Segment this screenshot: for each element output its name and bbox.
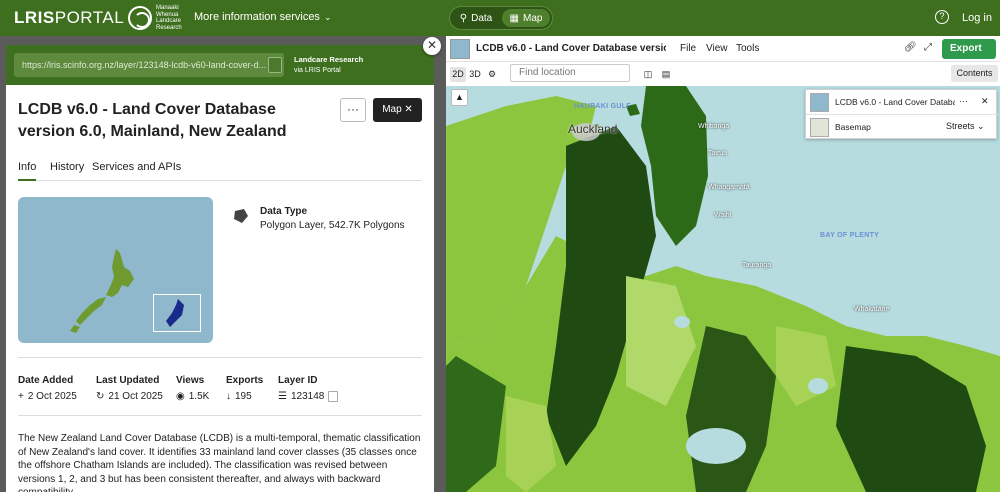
stat-views: Views ◉ 1.5K: [176, 375, 210, 402]
viewer-subtoolbar: 2D 3D ⚙ Find location ◫ ▤ Contents: [446, 62, 1000, 86]
layer-info-panel: https://lris.scinfo.org.nz/layer/123148-…: [6, 45, 434, 492]
top-bar: LRISPORTAL Manaaki Whenua Landcare Resea…: [0, 0, 1000, 36]
more-information-services-menu[interactable]: More information services ⌄: [194, 11, 331, 23]
thumbnail-inset-frame: [153, 294, 201, 332]
view-2d-button[interactable]: 2D: [450, 67, 466, 82]
document-icon[interactable]: ▤: [659, 67, 673, 82]
basemap-select[interactable]: Streets ⌄: [946, 121, 985, 132]
find-location-input[interactable]: Find location: [510, 64, 630, 82]
close-panel-button[interactable]: ✕: [423, 37, 441, 55]
menu-view[interactable]: View: [706, 43, 728, 54]
search-icon: ⚲: [459, 12, 468, 24]
data-type-label: Data Type: [260, 206, 308, 217]
map-canvas[interactable]: ▲ HAURAKI GULF Auckland Whitianga Tairua…: [446, 86, 1000, 492]
place-label: Tauranga: [742, 262, 772, 269]
layer-thumbnail-small: [450, 39, 470, 59]
manaaki-whenua-logo-icon: [128, 6, 152, 30]
fullscreen-icon[interactable]: ⤢: [924, 42, 932, 53]
layer-title: LCDB v6.0 - Land Cover Database version …: [18, 101, 287, 140]
contents-button[interactable]: Contents: [951, 65, 998, 82]
stat-last-updated: Last Updated ↻ 21 Oct 2025: [96, 375, 163, 402]
polygon-icon: [234, 209, 248, 223]
help-icon[interactable]: ?: [935, 10, 949, 24]
data-map-toggle: ⚲ Data ▦ Map: [449, 6, 553, 30]
place-label: Whakatāne: [854, 306, 890, 313]
place-label: BAY OF PLENTY: [820, 232, 880, 239]
layer-thumbnail: [18, 197, 213, 343]
basemap-thumbnail-icon: [810, 118, 829, 137]
menu-tools[interactable]: Tools: [736, 43, 759, 54]
copy-url-icon[interactable]: [268, 57, 282, 73]
chevron-down-icon: ⌄: [977, 121, 985, 131]
close-icon: ✕: [404, 104, 413, 115]
eye-icon: ◉: [176, 391, 185, 402]
layer-thumbnail-icon: [810, 93, 829, 112]
place-label: Whitianga: [698, 123, 730, 130]
partner-logo-text: Manaaki Whenua Landcare Research: [156, 5, 182, 31]
land-cover-map: [446, 86, 1000, 492]
map-close-button[interactable]: Map ✕: [373, 98, 422, 122]
place-label: Waihi: [714, 212, 732, 219]
divider: [18, 415, 422, 416]
history-icon: ↻: [96, 391, 105, 402]
tab-history[interactable]: History: [50, 161, 84, 181]
map-toggle-button[interactable]: ▦ Map: [502, 9, 550, 27]
stat-date-added: Date Added +2 Oct 2025: [18, 375, 77, 402]
settings-gear-icon[interactable]: ⚙: [485, 67, 499, 82]
basemap-row[interactable]: Basemap Streets ⌄: [806, 115, 998, 140]
place-label: Whangamatā: [708, 184, 750, 191]
chevron-down-icon: ⌄: [323, 12, 332, 22]
layer-more-button[interactable]: ···: [959, 96, 968, 106]
lris-portal-logo[interactable]: LRISPORTAL: [14, 8, 124, 28]
place-label: Tairua: [708, 150, 728, 157]
layer-row[interactable]: LCDB v6.0 - Land Cover Databa... ··· ✕: [806, 90, 998, 115]
viewer-toolbar: LCDB v6.0 - Land Cover Database version …: [446, 36, 1000, 74]
layers-panel: LCDB v6.0 - Land Cover Databa... ··· ✕ B…: [805, 89, 998, 140]
tab-services-and-apis[interactable]: Services and APIs: [92, 161, 181, 181]
copy-id-icon[interactable]: [328, 391, 339, 402]
compare-icon[interactable]: ◫: [641, 67, 655, 82]
download-icon: ↓: [226, 391, 231, 402]
viewer-layer-title: LCDB v6.0 - Land Cover Database version …: [476, 43, 666, 54]
data-type-value: Polygon Layer, 542.7K Polygons: [260, 220, 405, 231]
link-icon[interactable]: 🔗︎: [904, 42, 917, 53]
panel-header: https://lris.scinfo.org.nz/layer/123148-…: [6, 45, 434, 85]
layer-description: The New Zealand Land Cover Database (LCD…: [18, 433, 421, 492]
stat-layer-id: Layer ID ☰ 123148: [278, 375, 339, 402]
divider: [18, 357, 422, 358]
more-options-button[interactable]: ···: [340, 98, 366, 122]
tab-info[interactable]: Info: [18, 161, 37, 181]
stat-exports: Exports ↓ 195: [226, 375, 264, 402]
layer-url-field[interactable]: https://lris.scinfo.org.nz/layer/123148-…: [14, 53, 284, 77]
remove-layer-icon[interactable]: ✕: [981, 96, 989, 107]
north-compass-icon[interactable]: ▲: [451, 89, 468, 106]
view-3d-button[interactable]: 3D: [467, 67, 483, 82]
info-tabs: Info History Services and APIs: [18, 159, 422, 181]
map-icon: ▦: [509, 12, 519, 24]
login-link[interactable]: Log in: [962, 12, 992, 24]
place-label: Auckland: [568, 122, 618, 136]
publisher-label: Landcare Research via LRIS Portal: [294, 55, 364, 74]
menu-file[interactable]: File: [680, 43, 696, 54]
plus-icon: +: [18, 391, 24, 402]
place-label: HAURAKI GULF: [574, 103, 631, 110]
data-toggle-button[interactable]: ⚲ Data: [452, 9, 500, 27]
map-viewer: LCDB v6.0 - Land Cover Database version …: [446, 36, 1000, 492]
layers-icon: ☰: [278, 391, 287, 402]
export-button[interactable]: Export ⇱: [942, 39, 996, 74]
